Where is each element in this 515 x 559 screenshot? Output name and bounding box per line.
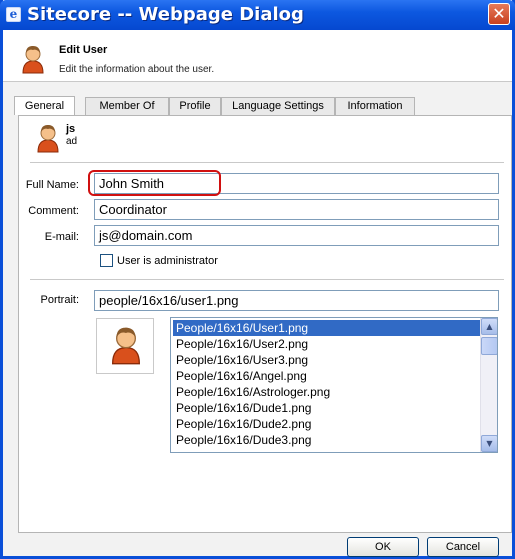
scroll-up-icon[interactable]: ▲ bbox=[481, 318, 497, 335]
scroll-thumb[interactable] bbox=[481, 337, 497, 355]
portrait-preview bbox=[96, 318, 154, 374]
list-item[interactable]: People/16x16/Astrologer.png bbox=[173, 384, 480, 400]
user-name: js bbox=[66, 123, 76, 135]
scroll-down-icon[interactable]: ▼ bbox=[481, 435, 497, 452]
list-item[interactable]: People/16x16/User2.png bbox=[173, 336, 480, 352]
list-item[interactable]: People/16x16/User3.png bbox=[173, 352, 480, 368]
comment-label: Comment: bbox=[28, 205, 79, 217]
close-button[interactable]: ✕ bbox=[488, 3, 510, 25]
cancel-button[interactable]: Cancel bbox=[427, 537, 499, 557]
portrait-label: Portrait: bbox=[40, 294, 79, 306]
listbox-scrollbar[interactable]: ▲ ▼ bbox=[480, 318, 497, 452]
user-avatar-icon bbox=[36, 123, 60, 156]
email-label: E-mail: bbox=[44, 231, 79, 243]
divider bbox=[30, 279, 504, 280]
email-input[interactable]: js@domain.com bbox=[94, 225, 499, 246]
user-icon bbox=[21, 44, 45, 77]
title-bar[interactable]: e Sitecore -- Webpage Dialog ✕ bbox=[0, 0, 515, 30]
header-title: Edit User bbox=[59, 44, 108, 56]
user-domain: ad bbox=[66, 136, 78, 147]
admin-checkbox[interactable] bbox=[100, 254, 113, 267]
list-item[interactable]: People/16x16/Angel.png bbox=[173, 368, 480, 384]
header-subtitle: Edit the information about the user. bbox=[59, 64, 215, 75]
list-item[interactable]: People/16x16/User1.png bbox=[173, 320, 480, 336]
list-item[interactable]: People/16x16/Dude2.png bbox=[173, 416, 480, 432]
ie-icon: e bbox=[6, 7, 21, 22]
full-name-label: Full Name: bbox=[25, 179, 79, 191]
full-name-highlight bbox=[88, 170, 221, 196]
tab-information[interactable]: Information bbox=[335, 97, 415, 115]
tab-general[interactable]: General bbox=[14, 96, 75, 115]
admin-checkbox-label[interactable]: User is administrator bbox=[117, 255, 218, 267]
dialog-header: Edit User Edit the information about the… bbox=[3, 30, 512, 82]
portrait-listbox[interactable]: People/16x16/User1.png People/16x16/User… bbox=[170, 317, 498, 453]
divider bbox=[30, 162, 504, 163]
comment-input[interactable]: Coordinator bbox=[94, 199, 499, 220]
tab-language-settings[interactable]: Language Settings bbox=[221, 97, 335, 115]
tab-member-of[interactable]: Member Of bbox=[85, 97, 169, 115]
ok-button[interactable]: OK bbox=[347, 537, 419, 557]
list-item[interactable]: People/16x16/Dude1.png bbox=[173, 400, 480, 416]
list-item[interactable]: People/16x16/Dude3.png bbox=[173, 432, 480, 448]
portrait-preview-icon bbox=[111, 327, 141, 365]
portrait-input[interactable]: people/16x16/user1.png bbox=[94, 290, 499, 311]
tab-profile[interactable]: Profile bbox=[169, 97, 221, 115]
window-title: Sitecore -- Webpage Dialog bbox=[27, 4, 304, 25]
